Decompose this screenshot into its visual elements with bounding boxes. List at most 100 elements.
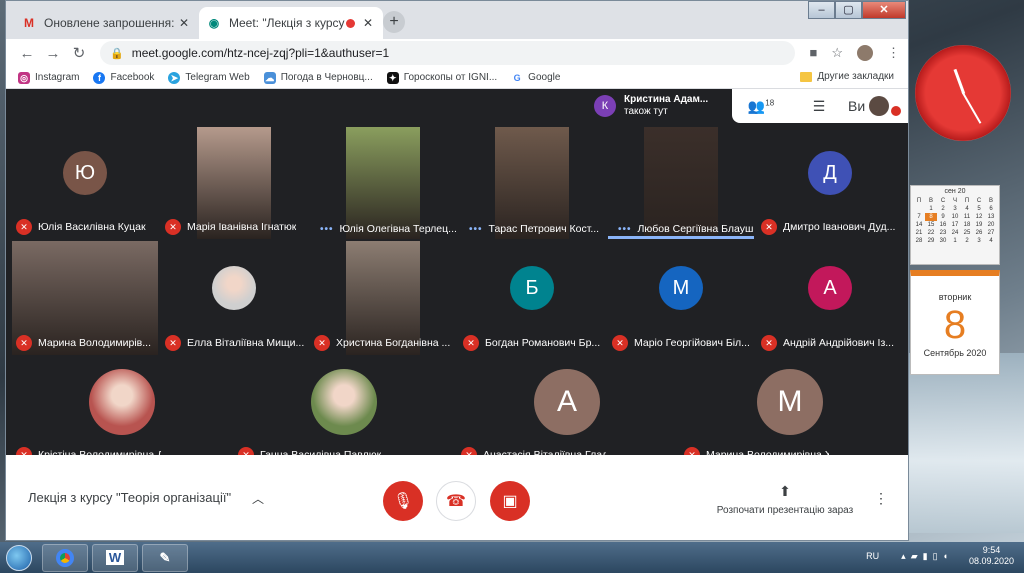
calendar-day[interactable]: 17 [949, 221, 961, 229]
calendar-day[interactable]: 11 [961, 213, 973, 221]
calendar-day[interactable]: 8 [925, 213, 937, 221]
bookmark-facebook[interactable]: f Facebook [93, 71, 154, 84]
tray-clock[interactable]: 9:54 08.09.2020 [969, 545, 1014, 567]
calendar-day[interactable]: 1 [925, 205, 937, 213]
calendar-day[interactable]: 25 [961, 229, 973, 237]
present-now-button[interactable]: ⬆ Розпочати презентацію зараз [710, 483, 860, 516]
chat-button[interactable]: ☰ [790, 98, 848, 115]
participant-tile[interactable]: Б ✕ Богдан Романович Бр... [459, 241, 605, 355]
calendar-day[interactable]: 16 [937, 221, 949, 229]
participant-name-row: ✕ Марина Володимирів... [16, 335, 151, 351]
participant-tile[interactable]: ✕ Марія Іванівна Ігнатюк [161, 127, 307, 239]
calendar-day[interactable]: 27 [985, 229, 997, 237]
self-preview[interactable]: Ви [848, 96, 906, 116]
taskbar-word[interactable]: W [92, 543, 138, 572]
participant-tile[interactable]: Д ✕ Дмитро Іванович Дуд... [757, 127, 903, 239]
maximize-button[interactable]: ▢ [835, 1, 862, 19]
participant-tile[interactable]: А✕Анастасія Віталіївна Гладиш [457, 357, 677, 467]
participant-tile[interactable]: ••• Любов Сергіївна Блауш [608, 127, 754, 239]
participant-tile[interactable]: ✕ Елла Віталіївна Мищи... [161, 241, 307, 355]
calendar-day[interactable]: 3 [949, 205, 961, 213]
calendar-day[interactable] [913, 205, 925, 213]
self-mic-off-icon [891, 106, 902, 116]
calendar-day[interactable]: 2 [961, 237, 973, 245]
language-indicator[interactable]: RU [866, 551, 879, 561]
tab-gmail[interactable]: M Оновлене запрошення: Лекція з ✕ [14, 7, 199, 39]
close-tab-icon[interactable]: ✕ [177, 16, 191, 30]
close-window-button[interactable]: ✕ [862, 1, 906, 19]
back-icon[interactable]: ← [14, 45, 40, 62]
mic-off-icon: ✕ [16, 219, 32, 235]
chevron-up-icon[interactable]: ︿ [252, 490, 264, 507]
participant-tile[interactable]: М ✕ Маріо Георгійович Біл... [608, 241, 754, 355]
tray-icons[interactable]: ▴▰▮▯◖ [901, 551, 953, 562]
other-bookmarks[interactable]: Другие закладки [800, 71, 894, 82]
participant-tile[interactable]: ✕ Христина Богданівна ... [310, 241, 456, 355]
tab-title: Meet: "Лекція з курсу "Теор [229, 16, 346, 30]
participant-tile[interactable]: ✕Ганна Василівна Павлюк [234, 357, 454, 467]
calendar-day[interactable]: 19 [973, 221, 985, 229]
calendar-day[interactable]: 3 [973, 237, 985, 245]
address-bar[interactable]: 🔒 meet.google.com/htz-ncej-zqj?pli=1&aut… [100, 41, 796, 65]
calendar-day[interactable]: 7 [913, 213, 925, 221]
participant-tile[interactable]: Ю ✕ Юлія Василівна Куцак [12, 127, 158, 239]
participant-tile[interactable]: ✕ Марина Володимирів... [12, 241, 158, 355]
bookmark-star-icon[interactable]: ☆ [831, 45, 843, 61]
bookmark-instagram[interactable]: ◎ Instagram [18, 71, 79, 84]
start-button[interactable] [0, 543, 38, 573]
calendar-day[interactable]: 14 [913, 221, 925, 229]
participant-name-row: ✕ Андрій Андрійович Із... [761, 335, 894, 351]
menu-icon[interactable]: ⋮ [887, 45, 900, 61]
participant-tile[interactable]: А ✕ Андрій Андрійович Із... [757, 241, 903, 355]
calendar-day[interactable]: 26 [973, 229, 985, 237]
participant-tile[interactable]: ✕Крістіна Володимирівна Дроняк [12, 357, 232, 467]
profile-avatar[interactable] [857, 45, 873, 61]
new-tab-button[interactable]: + [383, 11, 405, 33]
people-button[interactable]: 👥18 [732, 98, 790, 115]
calendar-day[interactable]: 29 [925, 237, 937, 245]
calendar-day[interactable]: 6 [985, 205, 997, 213]
calendar-day[interactable]: 2 [937, 205, 949, 213]
calendar-day[interactable]: 4 [985, 237, 997, 245]
calendar-day[interactable]: 4 [961, 205, 973, 213]
calendar-day[interactable]: 23 [937, 229, 949, 237]
taskbar: W ✎ RU ▴▰▮▯◖ 9:54 08.09.2020 [0, 542, 1024, 573]
participant-tile[interactable]: ••• Юлія Олегівна Терлец... [310, 127, 456, 239]
minimize-button[interactable]: – [808, 1, 835, 19]
calendar-day[interactable]: 18 [961, 221, 973, 229]
participant-photo [89, 369, 155, 435]
participant-tile[interactable]: М✕Марина Володимирівна Хникіна [680, 357, 900, 467]
meeting-title[interactable]: Лекція з курсу "Теорія організації" [28, 490, 231, 505]
reload-icon[interactable]: ↻ [66, 44, 92, 62]
bookmark-google[interactable]: G Google [511, 71, 560, 84]
calendar-day[interactable]: 1 [949, 237, 961, 245]
calendar-day[interactable]: 28 [913, 237, 925, 245]
calendar-day[interactable]: 13 [985, 213, 997, 221]
bookmark-horoscope[interactable]: ✦ Гороскопы от IGNI... [386, 71, 497, 84]
calendar-day[interactable]: 9 [937, 213, 949, 221]
camera-toggle-button[interactable]: ▣ [490, 481, 530, 521]
camera-icon[interactable]: ■ [809, 45, 817, 61]
calendar-day[interactable]: 10 [949, 213, 961, 221]
microphone-toggle-button[interactable]: 🎙 [383, 481, 423, 521]
calendar-day[interactable]: 22 [925, 229, 937, 237]
taskbar-paint[interactable]: ✎ [142, 543, 188, 572]
lock-icon[interactable]: 🔒 [110, 47, 124, 60]
leave-call-button[interactable]: ☎ [436, 481, 476, 521]
calendar-day[interactable]: 21 [913, 229, 925, 237]
bookmark-weather[interactable]: ☁ Погода в Черновц... [263, 71, 373, 84]
tab-meet[interactable]: ◉ Meet: "Лекція з курсу "Теор ✕ [199, 7, 383, 39]
close-tab-icon[interactable]: ✕ [361, 16, 375, 30]
calendar-day[interactable]: 12 [973, 213, 985, 221]
participant-tile[interactable]: ••• Тарас Петрович Кост... [459, 127, 605, 239]
calendar-day[interactable]: 5 [973, 205, 985, 213]
more-options-icon[interactable]: ⋮ [874, 490, 888, 507]
forward-icon[interactable]: → [40, 45, 66, 62]
calendar-weekday: П [916, 198, 922, 204]
calendar-day[interactable]: 24 [949, 229, 961, 237]
calendar-day[interactable]: 15 [925, 221, 937, 229]
bookmark-telegram[interactable]: ➤ Telegram Web [168, 71, 250, 84]
calendar-day[interactable]: 30 [937, 237, 949, 245]
taskbar-chrome[interactable] [42, 543, 88, 572]
calendar-day[interactable]: 20 [985, 221, 997, 229]
